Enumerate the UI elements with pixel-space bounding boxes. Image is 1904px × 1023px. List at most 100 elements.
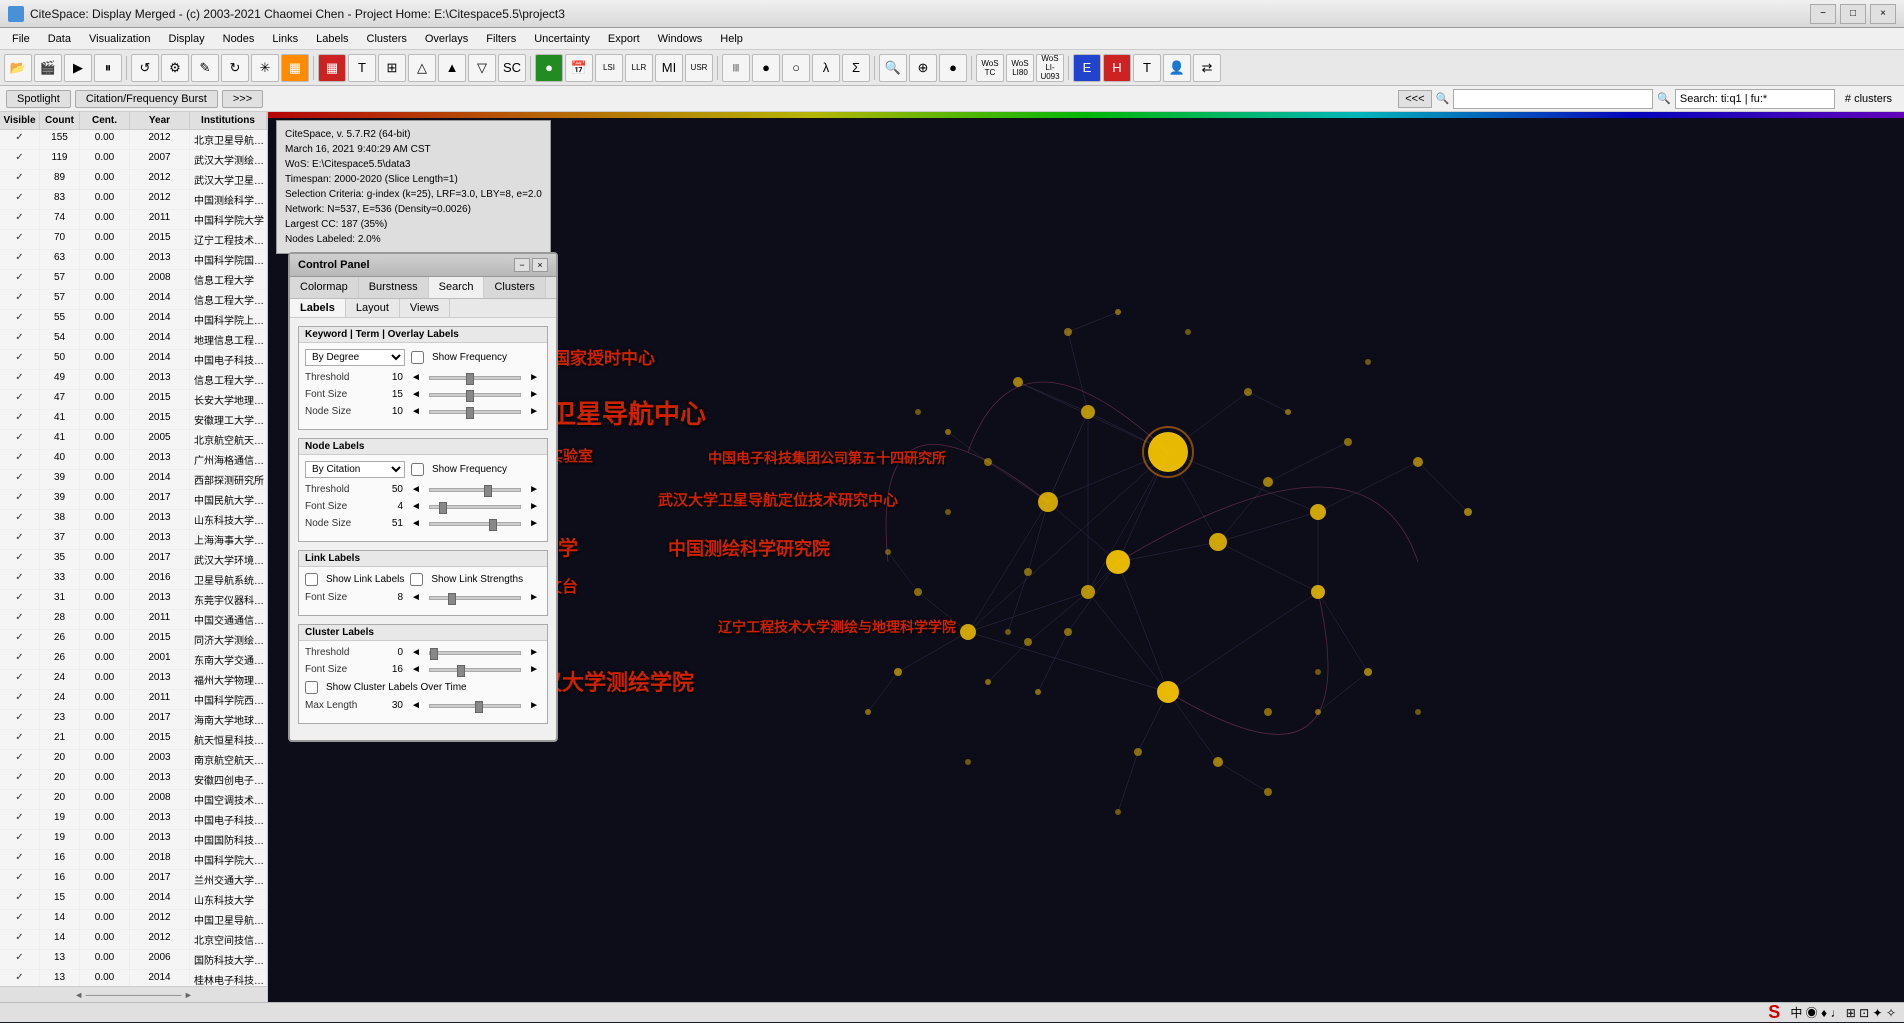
slider-right-arrow2[interactable]: ► [527, 389, 541, 400]
keyword-dropdown[interactable]: By Degree By Citation By Frequency [305, 349, 405, 366]
link-slider-left[interactable]: ◄ [409, 592, 423, 603]
cluster-maxlen-slider[interactable] [429, 704, 521, 708]
menu-item-uncertainty[interactable]: Uncertainty [526, 31, 598, 47]
WoS-LI-button[interactable]: WoS LI80 [1006, 54, 1034, 82]
table-row[interactable]: ✓ 55 0.00 2014 中国科学院上海天文台 [0, 310, 267, 330]
menu-item-nodes[interactable]: Nodes [215, 31, 263, 47]
table-row[interactable]: ✓ 13 0.00 2014 桂林电子科技大学信息与... [0, 970, 267, 986]
table-row[interactable]: ✓ 13 0.00 2006 国防科技大学电子科学与... [0, 950, 267, 970]
table-row[interactable]: ✓ 89 0.00 2012 武汉大学卫星导航定位技... [0, 170, 267, 190]
menu-item-data[interactable]: Data [40, 31, 79, 47]
cp-subtab-layout[interactable]: Layout [346, 299, 400, 317]
cluster-slider-right[interactable]: ► [527, 647, 541, 658]
table-row[interactable]: ✓ 35 0.00 2017 武汉大学环境与测绘与... [0, 550, 267, 570]
show-cluster-overtime-checkbox[interactable] [305, 681, 318, 694]
slider-right-arrow[interactable]: ► [527, 372, 541, 383]
menu-item-links[interactable]: Links [264, 31, 306, 47]
T-btn-button[interactable]: T [1133, 54, 1161, 82]
table-row[interactable]: ✓ 31 0.00 2013 东莞宇仪器科学与工程 [0, 590, 267, 610]
cluster-fontsize-slider[interactable] [429, 668, 521, 672]
table-row[interactable]: ✓ 54 0.00 2014 地理信息工程国家重点实... [0, 330, 267, 350]
minimize-button[interactable]: − [1810, 4, 1836, 24]
node-slider-left3[interactable]: ◄ [409, 518, 423, 529]
slider-right-arrow3[interactable]: ► [527, 406, 541, 417]
table-row[interactable]: ✓ 41 0.00 2015 安徽理工大学测绘学院 [0, 410, 267, 430]
LLR-button[interactable]: LLR [625, 54, 653, 82]
USR-button[interactable]: USR [685, 54, 713, 82]
table-row[interactable]: ✓ 24 0.00 2011 中国科学院西安导航研究... [0, 690, 267, 710]
table-row[interactable]: ✓ 20 0.00 2003 南京航空航天大学学部研... [0, 750, 267, 770]
table-row[interactable]: ✓ 37 0.00 2013 上海海事大学工程学院 [0, 530, 267, 550]
nav-left-button[interactable]: <<< [1398, 90, 1431, 108]
node-slider-right[interactable]: ► [527, 484, 541, 495]
table-row[interactable]: ✓ 19 0.00 2013 中国国防科技大学电子信... [0, 830, 267, 850]
link-fontsize-slider[interactable] [429, 596, 521, 600]
menu-item-export[interactable]: Export [600, 31, 648, 47]
arrows-icon-button[interactable]: ⇄ [1193, 54, 1221, 82]
WoS-U-button[interactable]: WoS LI-U093 [1036, 54, 1064, 82]
table-row[interactable]: ✓ 47 0.00 2015 长安大学地理工程与测绘... [0, 390, 267, 410]
citation-freq-button[interactable]: Citation/Frequency Burst [75, 90, 218, 108]
cite-tool-button[interactable]: ⊕ [909, 54, 937, 82]
magnify1-button[interactable]: 🔍 [879, 54, 907, 82]
play-button[interactable]: ▶ [64, 54, 92, 82]
refresh-button[interactable]: ↺ [131, 54, 159, 82]
table-row[interactable]: ✓ 26 0.00 2015 同济大学测绘与地理信息... [0, 630, 267, 650]
cp-tab-burstness[interactable]: Burstness [359, 277, 429, 298]
table-row[interactable]: ✓ 57 0.00 2008 信息工程大学 [0, 270, 267, 290]
person-icon-button[interactable]: 👤 [1163, 54, 1191, 82]
node-show-freq-checkbox[interactable] [411, 463, 424, 476]
circle-arrow-button[interactable]: ↻ [221, 54, 249, 82]
arrow-button[interactable]: >>> [222, 90, 263, 108]
sigma-button[interactable]: Σ [842, 54, 870, 82]
LSI-button[interactable]: LSI [595, 54, 623, 82]
table-row[interactable]: ✓ 50 0.00 2014 中国电子科技集团公司... [0, 350, 267, 370]
table-row[interactable]: ✓ 20 0.00 2013 安徽四创电子股份有限公... [0, 770, 267, 790]
triangle1-button[interactable]: △ [408, 54, 436, 82]
node-slider-right3[interactable]: ► [527, 518, 541, 529]
table-row[interactable]: ✓ 63 0.00 2013 中国科学院国家授时中心 [0, 250, 267, 270]
cluster-slider-right2[interactable]: ► [527, 664, 541, 675]
table-row[interactable]: ✓ 41 0.00 2005 北京航空航天大学电子信... [0, 430, 267, 450]
spotlight-button[interactable]: Spotlight [6, 90, 71, 108]
menu-item-help[interactable]: Help [712, 31, 751, 47]
table-row[interactable]: ✓ 26 0.00 2001 东南大学交通学院 [0, 650, 267, 670]
triangle2-button[interactable]: ▲ [438, 54, 466, 82]
white-circle-button[interactable]: ○ [782, 54, 810, 82]
table-row[interactable]: ✓ 20 0.00 2008 中国空调技术研究院 [0, 790, 267, 810]
cp-minimize-button[interactable]: − [514, 258, 530, 272]
mosaic-button[interactable]: ⊞ [378, 54, 406, 82]
star-burst-button[interactable]: ✳ [251, 54, 279, 82]
cp-close-button[interactable]: × [532, 258, 548, 272]
node-slider-left2[interactable]: ◄ [409, 501, 423, 512]
grid-orange-button[interactable]: ▦ [281, 54, 309, 82]
H-btn-button[interactable]: H [1103, 54, 1131, 82]
date-icon-button[interactable]: 📅 [565, 54, 593, 82]
node-threshold-slider[interactable] [429, 488, 521, 492]
show-link-labels-checkbox[interactable] [305, 573, 318, 586]
close-button[interactable]: × [1870, 4, 1896, 24]
node-dropdown[interactable]: By Citation By Degree By Frequency [305, 461, 405, 478]
menu-item-visualization[interactable]: Visualization [81, 31, 159, 47]
nav-input[interactable] [1453, 89, 1653, 109]
bars-button[interactable]: ||| [722, 54, 750, 82]
table-row[interactable]: ✓ 14 0.00 2012 北京空间技信息研究所 [0, 930, 267, 950]
table-row[interactable]: ✓ 83 0.00 2012 中国测绘科学研究院 [0, 190, 267, 210]
keyword-threshold-slider[interactable] [429, 376, 521, 380]
link-slider-right[interactable]: ► [527, 592, 541, 603]
search-input[interactable] [1675, 89, 1835, 109]
pen-button[interactable]: ✎ [191, 54, 219, 82]
cluster-threshold-slider[interactable] [429, 651, 521, 655]
keyword-nodesize-slider[interactable] [429, 410, 521, 414]
slider-left-arrow2[interactable]: ◄ [409, 389, 423, 400]
green-dot-button[interactable]: ● [939, 54, 967, 82]
table-row[interactable]: ✓ 70 0.00 2015 辽宁工程技术大学测绘与... [0, 230, 267, 250]
slider-left-arrow[interactable]: ◄ [409, 372, 423, 383]
menu-item-file[interactable]: File [4, 31, 38, 47]
table-row[interactable]: ✓ 119 0.00 2007 武汉大学测绘学院 [0, 150, 267, 170]
table-row[interactable]: ✓ 49 0.00 2013 信息工程大学导航与空天... [0, 370, 267, 390]
node-fontsize-slider[interactable] [429, 505, 521, 509]
MI-button[interactable]: MI [655, 54, 683, 82]
yellow-circle-button[interactable]: ● [752, 54, 780, 82]
cluster-slider-left2[interactable]: ◄ [409, 664, 423, 675]
